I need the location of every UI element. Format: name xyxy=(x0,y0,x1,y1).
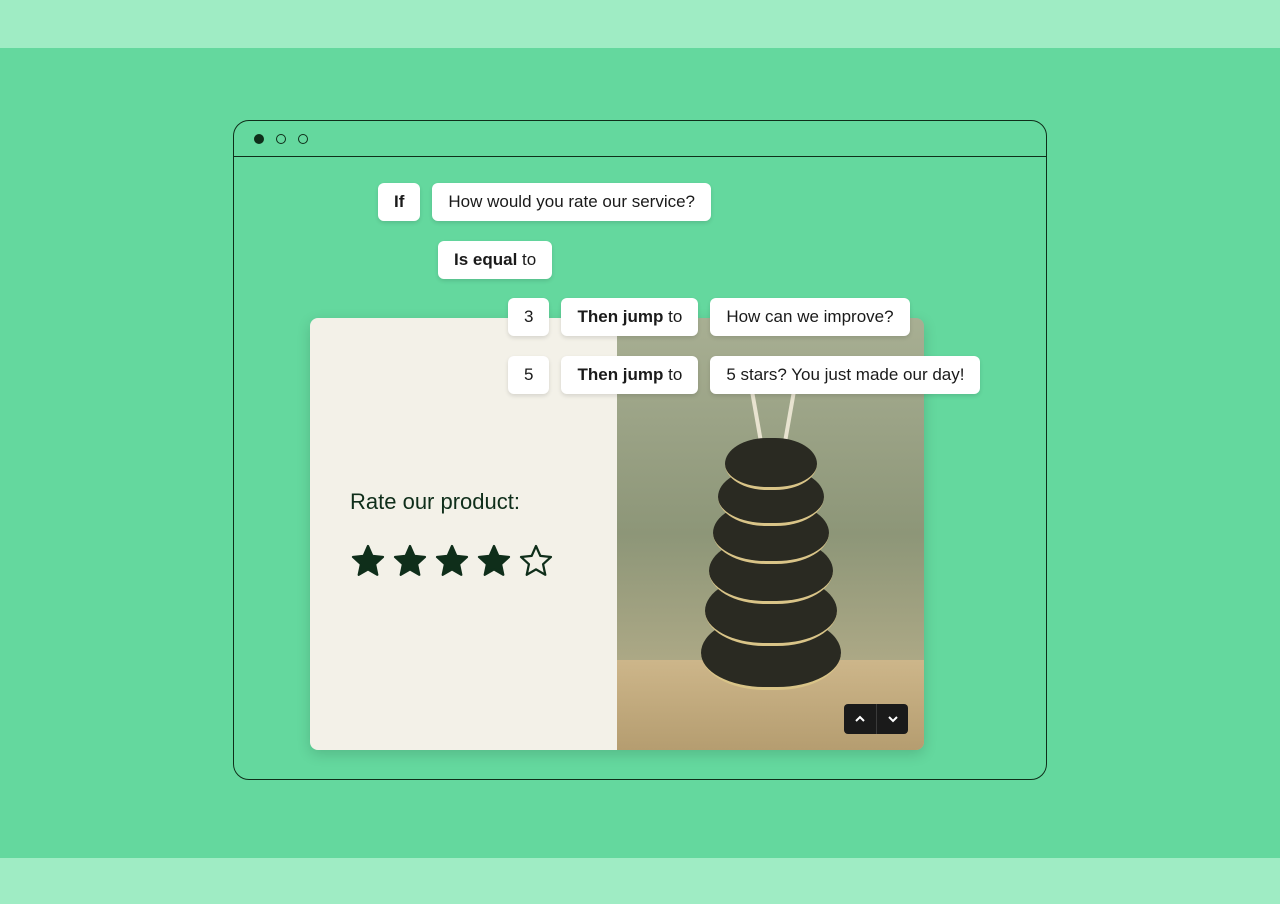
star-filled-icon[interactable] xyxy=(392,543,428,579)
star-filled-icon[interactable] xyxy=(476,543,512,579)
rule-value-pill[interactable]: 5 xyxy=(508,356,549,394)
if-pill[interactable]: If xyxy=(378,183,420,221)
window-titlebar xyxy=(234,121,1046,157)
window-control-icon[interactable] xyxy=(276,134,286,144)
rule-action-pill[interactable]: Then jump to xyxy=(561,356,698,394)
next-button[interactable] xyxy=(876,704,908,734)
question-pill[interactable]: How would you rate our service? xyxy=(432,183,711,221)
rule-value-pill[interactable]: 3 xyxy=(508,298,549,336)
star-rating[interactable] xyxy=(350,543,577,579)
star-filled-icon[interactable] xyxy=(434,543,470,579)
star-filled-icon[interactable] xyxy=(350,543,386,579)
rule-target-pill[interactable]: 5 stars? You just made our day! xyxy=(710,356,980,394)
form-nav xyxy=(844,704,908,734)
prev-button[interactable] xyxy=(844,704,876,734)
rating-prompt: Rate our product: xyxy=(350,489,577,515)
star-outline-icon[interactable] xyxy=(518,543,554,579)
chevron-down-icon xyxy=(887,713,899,725)
rule-target-pill[interactable]: How can we improve? xyxy=(710,298,909,336)
operator-pill[interactable]: Is equal to xyxy=(438,241,552,279)
logic-row-operator: Is equal to xyxy=(438,241,552,279)
window-control-icon[interactable] xyxy=(254,134,264,144)
chevron-up-icon xyxy=(854,713,866,725)
stage: Rate our product: xyxy=(0,0,1280,904)
bowl-icon xyxy=(725,438,817,490)
logic-row-rule-1: 3 Then jump to How can we improve? xyxy=(508,298,910,336)
bowl-stack-illustration xyxy=(696,430,846,690)
logic-row-if: If How would you rate our service? xyxy=(378,183,711,221)
window-control-icon[interactable] xyxy=(298,134,308,144)
rule-action-pill[interactable]: Then jump to xyxy=(561,298,698,336)
logic-row-rule-2: 5 Then jump to 5 stars? You just made ou… xyxy=(508,356,980,394)
